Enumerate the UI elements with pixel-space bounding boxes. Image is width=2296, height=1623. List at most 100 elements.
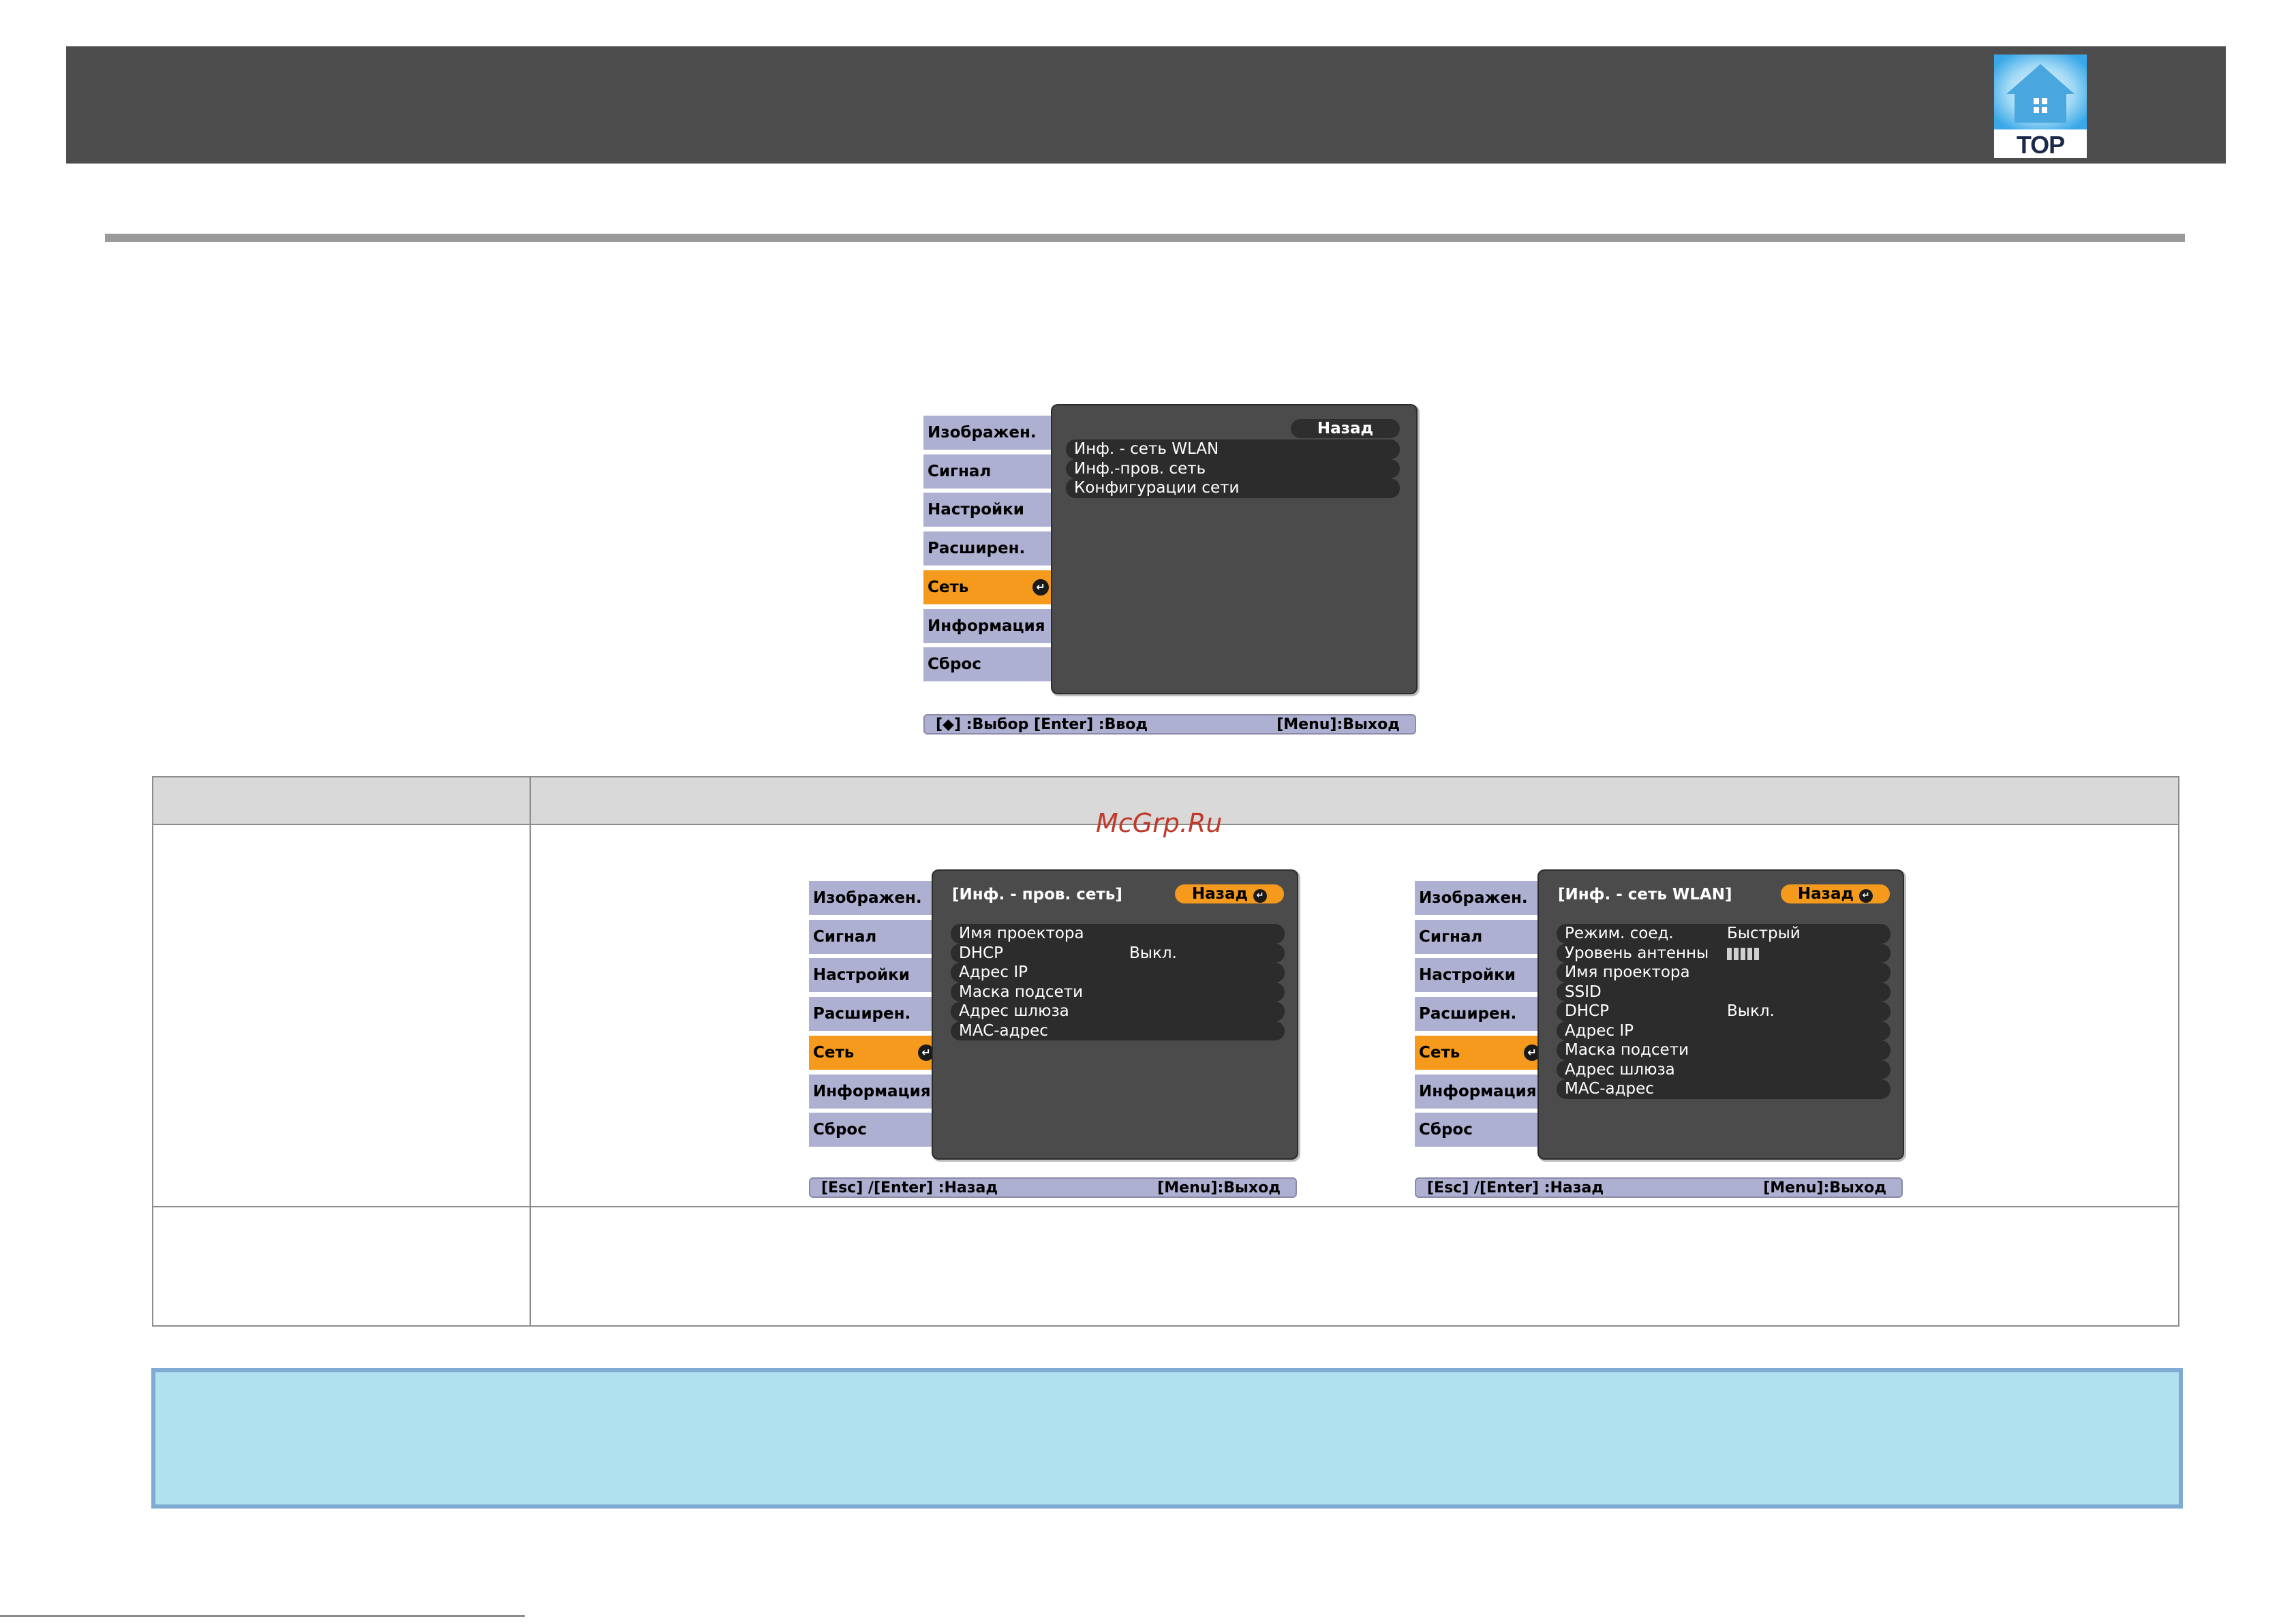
tab-1[interactable]: Сигнал — [1415, 919, 1552, 954]
menu-item-list: Инф. - сеть WLAN Инф.-пров. сеть Конфигура… — [1066, 439, 1400, 498]
tab-label: Изображен. — [813, 889, 922, 907]
tab-label: Расширен. — [1419, 1005, 1517, 1023]
tab-label: Настройки — [928, 501, 1024, 519]
info-row-label: Уровень антенны — [1565, 944, 1709, 962]
tab-label: Сигнал — [813, 927, 877, 946]
info-row-value: Быстрый — [1727, 925, 1801, 942]
key-hint-right: [Menu]:Выход — [1157, 1179, 1281, 1196]
info-row-value: Выкл. — [1727, 1002, 1775, 1020]
panel-title: [Инф. - пров. сеть] — [952, 886, 1122, 903]
info-row-label: Имя проектора — [1565, 963, 1690, 981]
wlan-info-screenshot: Изображен. Сигнал Настройки Расширен. Сеть ↵ И… — [1415, 871, 1912, 1205]
tab-label: Сеть — [813, 1043, 855, 1062]
tab-label: Сброс — [813, 1121, 867, 1139]
info-row: Имя проектора — [951, 924, 1285, 944]
tab-label: Сброс — [928, 655, 981, 674]
menu-panel: [Инф. - пров. сеть] Назад ↵ Имя проектора… — [933, 871, 1297, 1158]
info-row: SSID — [1557, 982, 1891, 1002]
column-divider — [530, 777, 531, 1325]
tab-2[interactable]: Настройки — [809, 958, 947, 993]
tab-label: Сигнал — [928, 462, 992, 480]
tab-label: Расширен. — [928, 540, 1026, 558]
info-row-label: Адрес шлюза — [1565, 1060, 1675, 1079]
menu-item[interactable]: Инф. - сеть WLAN — [1066, 439, 1400, 459]
tab-3[interactable]: Расширен. — [809, 997, 947, 1032]
header-bar — [66, 46, 2226, 164]
key-hint-bar: [Esc] /[Enter] :Назад [Menu]:Выход — [809, 1177, 1297, 1198]
tab-6[interactable]: Сброс — [923, 647, 1061, 682]
tab-2[interactable]: Настройки — [923, 493, 1061, 527]
info-row: DHCP Выкл. — [951, 943, 1285, 963]
row-divider — [153, 1206, 2178, 1207]
enter-icon: ↵ — [1253, 889, 1268, 903]
menu-panel: [Инф. - сеть WLAN] Назад ↵ Режим. соед. Бы… — [1539, 871, 1903, 1158]
tab-label: Изображен. — [928, 424, 1037, 442]
key-hint-left: [Esc] /[Enter] :Назад — [821, 1179, 998, 1196]
tab-5[interactable]: Информация — [1415, 1074, 1552, 1109]
enter-icon: ↵ — [1032, 578, 1049, 596]
back-label: Назад — [1797, 885, 1854, 903]
tab-6[interactable]: Сброс — [1415, 1113, 1552, 1147]
info-row: MAC-адрес — [951, 1021, 1285, 1040]
info-row-label: MAC-адрес — [1565, 1080, 1654, 1098]
info-row: Адрес IP — [1557, 1021, 1891, 1040]
info-row: Адрес IP — [951, 963, 1285, 983]
tab-5[interactable]: Информация — [809, 1074, 947, 1109]
tab-5[interactable]: Информация — [923, 608, 1061, 643]
info-row-list: Имя проектора DHCP Выкл. Адрес IP Маска подс… — [951, 924, 1285, 1040]
tab-label: Изображен. — [1419, 889, 1528, 907]
key-hint-left: [◆] :Выбор [Enter] :Ввод — [936, 716, 1148, 733]
house-icon — [1994, 55, 2087, 129]
menu-item[interactable]: Конфигурации сети — [1066, 478, 1400, 498]
watermark: McGrp.Ru — [1096, 808, 1223, 838]
info-row: Имя проектора — [1557, 963, 1891, 983]
info-row-label: Адрес IP — [959, 963, 1028, 981]
menu-panel: Назад Инф. - сеть WLAN Инф.-пров. сеть Кон… — [1052, 405, 1416, 693]
antenna-level-icon — [1727, 947, 1759, 960]
key-hint-bar: [◆] :Выбор [Enter] :Ввод [Menu]:Выход — [923, 714, 1416, 735]
key-hint-right: [Menu]:Выход — [1276, 716, 1400, 733]
network-menu-screenshot: Изображен. Сигнал Настройки Расширен. Сеть ↵ И… — [923, 405, 1421, 739]
footer-rule — [0, 1615, 525, 1617]
key-hint-right: [Menu]:Выход — [1763, 1179, 1886, 1196]
tab-1[interactable]: Сигнал — [809, 919, 947, 954]
tab-0[interactable]: Изображен. — [1415, 881, 1552, 915]
tab-6[interactable]: Сброс — [809, 1113, 947, 1147]
tab-label: Настройки — [1419, 966, 1516, 985]
back-button[interactable]: Назад — [1291, 419, 1400, 438]
info-row-label: Маска подсети — [1565, 1041, 1689, 1059]
tab-3[interactable]: Расширен. — [1415, 997, 1552, 1032]
note-box — [151, 1368, 2183, 1509]
top-button[interactable]: TOP — [1994, 55, 2087, 158]
tab-4[interactable]: Сеть ↵ — [809, 1035, 940, 1070]
tab-label: Информация — [813, 1082, 931, 1100]
back-button[interactable]: Назад ↵ — [1175, 884, 1284, 903]
tab-label: Сигнал — [1419, 927, 1483, 946]
info-row: MAC-адрес — [1557, 1079, 1891, 1099]
tab-0[interactable]: Изображен. — [809, 881, 947, 915]
tab-2[interactable]: Настройки — [1415, 958, 1552, 993]
tab-4[interactable]: Сеть ↵ — [1415, 1035, 1546, 1070]
section-rule — [105, 234, 2185, 242]
info-row: Адрес шлюза — [1557, 1060, 1891, 1079]
tab-3[interactable]: Расширен. — [923, 531, 1061, 566]
tab-label: Сброс — [1419, 1121, 1473, 1139]
tab-1[interactable]: Сигнал — [923, 454, 1061, 489]
menu-item[interactable]: Инф.-пров. сеть — [1066, 459, 1400, 478]
info-row: Маска подсети — [951, 982, 1285, 1002]
info-row: Адрес шлюза — [951, 1002, 1285, 1021]
panel-title: [Инф. - сеть WLAN] — [1558, 886, 1732, 903]
back-button[interactable]: Назад ↵ — [1781, 884, 1890, 903]
enter-icon: ↵ — [1859, 889, 1873, 903]
tab-label: Настройки — [813, 966, 910, 985]
info-row-label: Режим. соед. — [1565, 925, 1674, 942]
wired-lan-info-screenshot: Изображен. Сигнал Настройки Расширен. Сеть ↵ И… — [809, 871, 1306, 1205]
info-row-label: Маска подсети — [959, 983, 1084, 1001]
tab-4[interactable]: Сеть ↵ — [923, 570, 1054, 604]
info-row-label: DHCP — [959, 944, 1003, 962]
tab-0[interactable]: Изображен. — [923, 416, 1061, 450]
top-label: TOP — [2016, 131, 2065, 158]
menu-item-label: Конфигурации сети — [1074, 479, 1240, 497]
info-row: Маска подсети — [1557, 1040, 1891, 1060]
info-row-label: MAC-адрес — [959, 1021, 1048, 1040]
